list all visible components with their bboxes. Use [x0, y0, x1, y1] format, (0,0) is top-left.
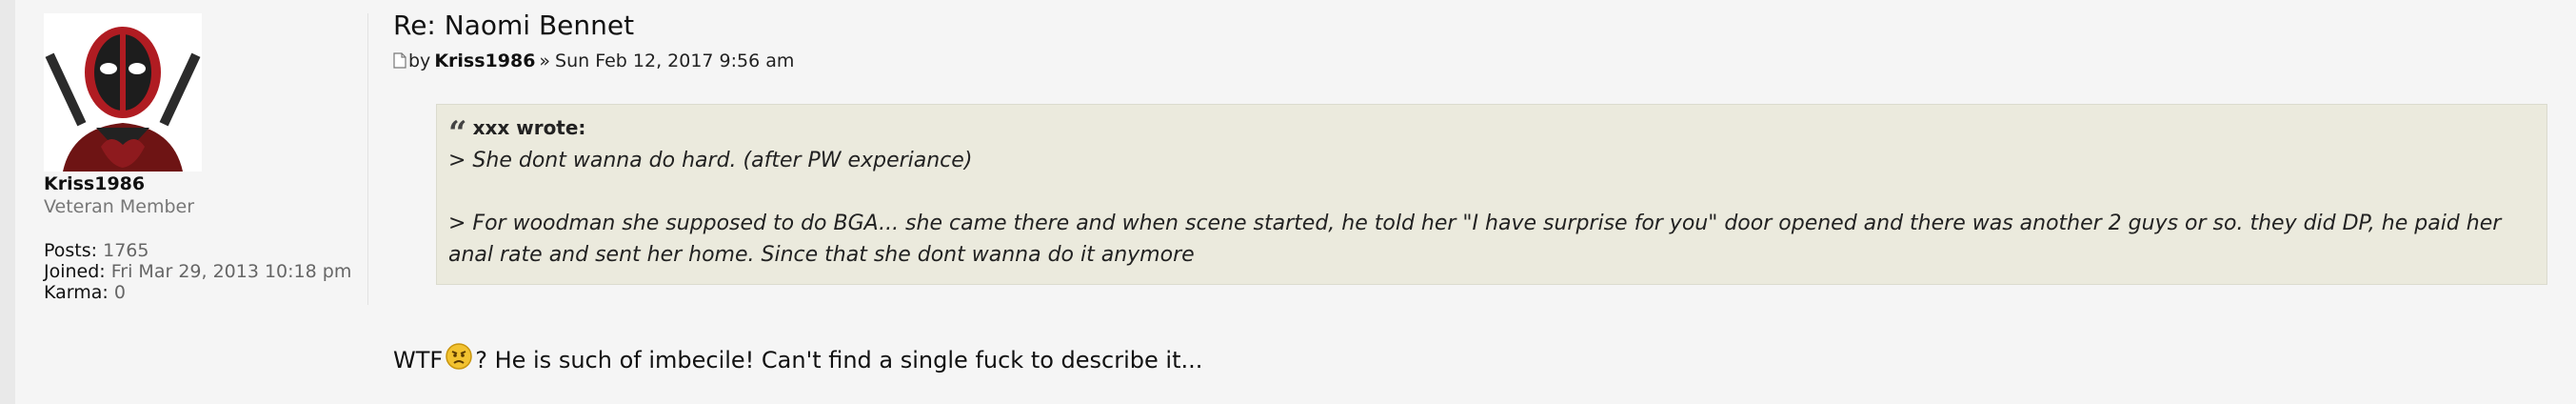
quote-cite: “ xxx wrote: — [448, 116, 2535, 150]
posts-value[interactable]: 1765 — [103, 240, 149, 261]
posts-label: Posts: — [44, 240, 98, 261]
quote-line-2: > For woodman she supposed to do BGA... … — [448, 212, 2502, 267]
by-label: by — [408, 50, 431, 71]
post-link-icon[interactable] — [393, 51, 406, 69]
post-content-area: Re: Naomi Bennet by Kriss1986 » Sun Feb … — [393, 8, 2547, 374]
profile-joined: Joined: Fri Mar 29, 2013 10:18 pm — [44, 261, 367, 282]
user-avatar[interactable] — [44, 13, 202, 172]
post-timestamp: Sun Feb 12, 2017 9:56 am — [555, 50, 795, 71]
quote-line-1: > She dont wanna do hard. (after PW expe… — [448, 149, 973, 172]
joined-label: Joined: — [44, 261, 106, 282]
karma-label: Karma: — [44, 282, 109, 303]
post-author[interactable]: Kriss1986 — [434, 50, 535, 71]
post-profile: Kriss1986 Veteran Member Posts: 1765 Joi… — [44, 13, 368, 305]
quote-block: “ xxx wrote: > She dont wanna do hard. (… — [436, 104, 2547, 285]
quote-cite-text: xxx wrote: — [472, 116, 586, 139]
joined-value: Fri Mar 29, 2013 10:18 pm — [110, 261, 352, 282]
profile-posts: Posts: 1765 — [44, 240, 367, 261]
profile-username[interactable]: Kriss1986 — [44, 173, 367, 194]
profile-karma: Karma: 0 — [44, 282, 367, 303]
forum-post: Kriss1986 Veteran Member Posts: 1765 Joi… — [15, 0, 2576, 404]
profile-details: Posts: 1765 Joined: Fri Mar 29, 2013 10:… — [44, 240, 367, 303]
post-meta: by Kriss1986 » Sun Feb 12, 2017 9:56 am — [393, 50, 2547, 71]
quote-mark-icon: “ — [448, 114, 467, 152]
body-text-before: WTF — [393, 347, 444, 374]
post-body: WTF ? He is such of imbecile! Can't find… — [393, 343, 2547, 374]
karma-value: 0 — [113, 282, 126, 303]
profile-rank: Veteran Member — [44, 196, 195, 217]
angry-smiley-icon — [446, 343, 472, 370]
post-title[interactable]: Re: Naomi Bennet — [393, 10, 2547, 41]
meta-separator: » — [539, 50, 551, 71]
body-text-after: ? He is such of imbecile! Can't find a s… — [475, 347, 1203, 374]
